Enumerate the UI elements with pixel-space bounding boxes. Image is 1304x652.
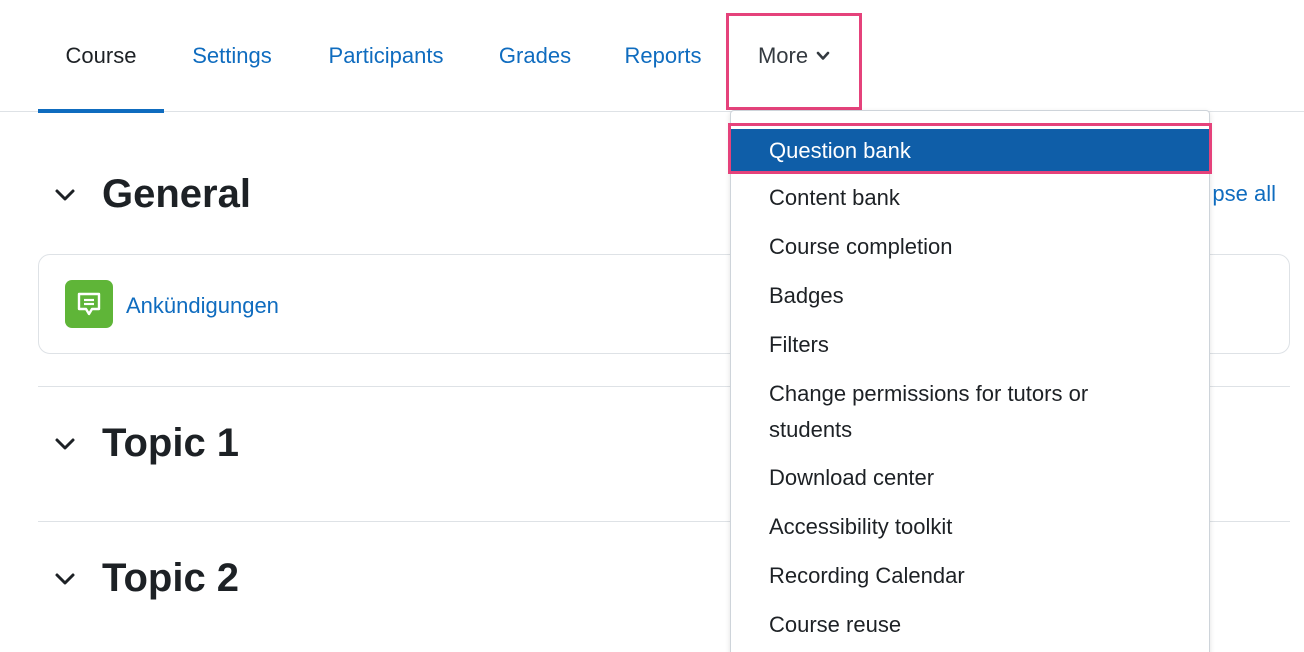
chevron-down-icon[interactable] [54, 433, 76, 455]
menu-item-recording-calendar[interactable]: Recording Calendar [731, 558, 1209, 594]
menu-item-change-permissions[interactable]: Change permissions for tutors or student… [731, 376, 1209, 448]
tab-reports-label: Reports [624, 43, 702, 68]
section-topic2-title: Topic 2 [102, 556, 240, 600]
section-general-header: General [54, 172, 251, 217]
section-general-title: General [102, 172, 251, 216]
tab-grades[interactable]: Grades [472, 0, 598, 112]
menu-item-label: Course reuse [769, 612, 902, 637]
menu-item-label: Course completion [769, 234, 953, 259]
secondary-navigation: Course Settings Participants Grades Repo… [0, 0, 1304, 113]
menu-item-course-completion[interactable]: Course completion [731, 229, 1209, 265]
menu-item-question-bank[interactable]: Question bank [731, 129, 1209, 173]
tab-settings[interactable]: Settings [164, 0, 300, 112]
chevron-down-icon[interactable] [54, 568, 76, 590]
tab-more[interactable]: More [728, 0, 860, 112]
course-page: Course Settings Participants Grades Repo… [0, 0, 1304, 652]
chevron-down-icon [816, 51, 830, 60]
menu-item-content-bank[interactable]: Content bank [731, 180, 1209, 216]
menu-item-label: Accessibility toolkit [769, 514, 953, 539]
tab-more-label: More [757, 43, 809, 68]
tab-participants-label: Participants [328, 43, 444, 68]
section-topic2-header: Topic 2 [54, 556, 239, 601]
tab-course-label: Course [65, 43, 137, 68]
chevron-down-icon[interactable] [54, 184, 76, 206]
section-topic1-header: Topic 1 [54, 421, 239, 466]
menu-item-badges[interactable]: Badges [731, 278, 1209, 314]
menu-item-label: Recording Calendar [769, 563, 965, 588]
forum-icon [65, 280, 113, 328]
activity-link-announcements[interactable]: Ankündigungen [126, 293, 279, 319]
menu-item-download-center[interactable]: Download center [731, 460, 1209, 496]
menu-item-label: Content bank [769, 185, 900, 210]
menu-item-label: Question bank [769, 138, 911, 163]
menu-item-label: Filters [769, 332, 829, 357]
tab-grades-label: Grades [498, 43, 572, 68]
menu-item-label: Download center [769, 465, 935, 490]
menu-item-accessibility-toolkit[interactable]: Accessibility toolkit [731, 509, 1209, 545]
menu-item-label: Badges [769, 283, 844, 308]
tab-reports[interactable]: Reports [598, 0, 728, 112]
menu-item-label: Change permissions for tutors or student… [769, 381, 1089, 442]
tab-settings-label: Settings [192, 43, 272, 68]
collapse-all-link[interactable]: pse all [1212, 181, 1276, 207]
section-topic1-title: Topic 1 [102, 421, 240, 465]
menu-item-course-reuse[interactable]: Course reuse [731, 607, 1209, 643]
tab-course[interactable]: Course [38, 0, 164, 113]
menu-item-filters[interactable]: Filters [731, 327, 1209, 363]
tab-participants[interactable]: Participants [300, 0, 472, 112]
more-dropdown-menu: Question bank Content bank Course comple… [730, 110, 1210, 652]
